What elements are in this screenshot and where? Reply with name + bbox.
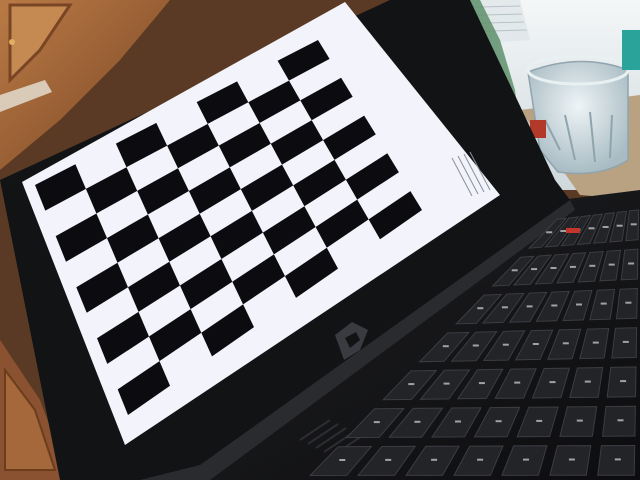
key-legend-mark [526,305,533,308]
key-legend-mark [514,381,521,384]
key-legend-mark [551,304,558,307]
key-legend-mark [562,342,569,345]
key-legend-mark [584,380,591,383]
key-legend-mark [495,420,502,423]
key-legend-mark [622,340,629,343]
key-legend-mark [472,344,479,347]
key-legend-mark [592,341,599,344]
key-legend-mark [588,227,595,230]
key-legend-mark [339,459,346,461]
key-legend-mark [546,231,553,234]
key-legend-mark [408,383,415,386]
key-legend-mark [560,230,567,232]
key-legend-mark [414,420,421,423]
key-legend-mark [531,268,538,271]
key-legend-mark [569,265,576,268]
key-legend-mark [630,223,637,226]
key-legend-mark [501,306,508,309]
key-legend-mark [442,345,449,348]
key-legend-mark [550,267,557,269]
key-legend-mark [385,458,392,461]
key-legend-mark [608,263,615,266]
scene-svg [0,0,640,480]
key-legend-mark [576,419,583,422]
key-legend-mark [617,419,624,422]
key-legend-mark [536,419,543,422]
key-legend-mark [431,458,438,461]
key-legend-mark [616,224,623,227]
red-accent-key [566,228,580,233]
key-legend-mark [568,458,575,461]
key-legend-mark [614,458,621,461]
key-legend-mark [600,302,607,305]
key-legend-mark [628,262,635,265]
key-legend-mark [532,343,539,345]
key-legend-mark [620,380,627,383]
key-legend-mark [373,421,380,424]
photo-scene [0,0,640,480]
key-legend-mark [455,420,461,423]
cabinet-knob [9,39,15,45]
key-legend-mark [625,301,632,304]
key-legend-mark [511,269,518,272]
key-legend-mark [443,382,450,385]
key-legend-mark [523,458,529,461]
key-legend-mark [576,303,582,306]
key-legend-mark [502,343,509,346]
key-legend-mark [477,458,484,461]
teal-cup [622,30,640,70]
key-legend-mark [478,382,485,385]
key-legend-mark [477,307,484,310]
key-legend-mark [549,381,556,384]
key-legend-mark [589,264,596,267]
key-legend-mark [602,226,609,228]
